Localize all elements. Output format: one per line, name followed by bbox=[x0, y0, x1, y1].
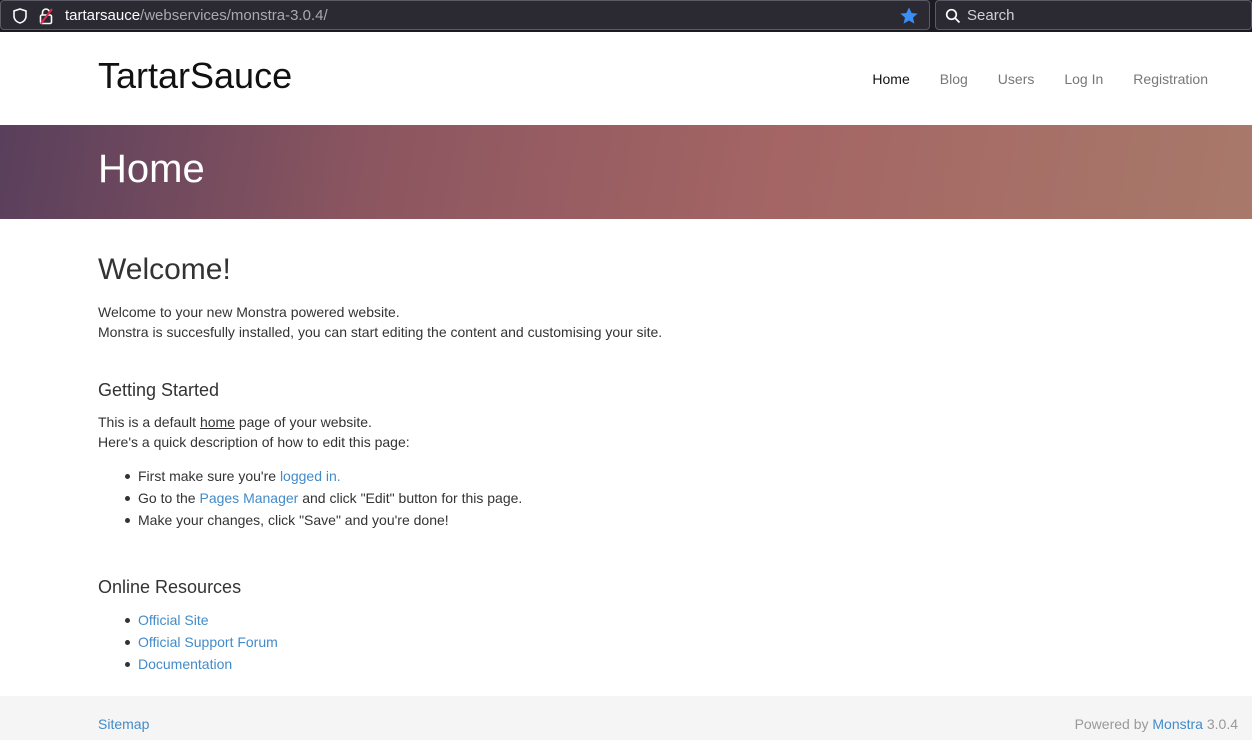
welcome-text-line2: Monstra is succesfully installed, you ca… bbox=[98, 324, 663, 340]
browser-toolbar: tartarsauce/webservices/monstra-3.0.4/ S… bbox=[0, 0, 1252, 32]
step-text: Make your changes, click "Save" and you'… bbox=[138, 512, 449, 528]
list-item: Official Site bbox=[98, 609, 1148, 631]
support-forum-link[interactable]: Official Support Forum bbox=[138, 634, 278, 650]
site-brand[interactable]: TartarSauce bbox=[98, 54, 292, 98]
hero-banner: Home bbox=[0, 125, 1252, 219]
step-text: and click "Edit" button for this page. bbox=[298, 490, 523, 506]
star-icon[interactable] bbox=[899, 6, 919, 26]
welcome-text-line1: Welcome to your new Monstra powered webs… bbox=[98, 304, 400, 320]
url-host: tartarsauce bbox=[65, 7, 141, 24]
getting-started-line2: Here's a quick description of how to edi… bbox=[98, 434, 410, 450]
list-item: First make sure you're logged in. bbox=[98, 465, 1148, 487]
shield-icon[interactable] bbox=[13, 8, 27, 24]
official-site-link[interactable]: Official Site bbox=[138, 612, 209, 628]
getting-started-heading: Getting Started bbox=[98, 380, 220, 400]
logged-in-link[interactable]: logged in. bbox=[280, 468, 341, 484]
search-icon bbox=[945, 8, 961, 24]
main-nav: Home Blog Users Log In Registration bbox=[842, 69, 1208, 89]
monstra-link[interactable]: Monstra bbox=[1152, 716, 1203, 732]
site-header: TartarSauce Home Blog Users Log In Regis… bbox=[0, 32, 1252, 125]
url-bar[interactable]: tartarsauce/webservices/monstra-3.0.4/ bbox=[0, 0, 930, 30]
list-item: Documentation bbox=[98, 653, 1148, 675]
step-text: Go to the bbox=[138, 490, 200, 506]
nav-blog[interactable]: Blog bbox=[940, 69, 968, 89]
powered-by-text: Powered by bbox=[1074, 716, 1153, 732]
gs-line1-pre: This is a default bbox=[98, 414, 200, 430]
home-link[interactable]: home bbox=[200, 414, 235, 430]
site-footer: Sitemap Powered by Monstra 3.0.4 bbox=[0, 696, 1252, 740]
search-bar[interactable]: Search bbox=[935, 0, 1252, 30]
nav-users[interactable]: Users bbox=[998, 69, 1035, 89]
powered-by: Powered by Monstra 3.0.4 bbox=[1075, 714, 1238, 734]
nav-registration[interactable]: Registration bbox=[1133, 69, 1208, 89]
gs-line1-post: page of your website. bbox=[234, 414, 372, 430]
search-input[interactable]: Search bbox=[967, 6, 1015, 26]
step-text: First make sure you're bbox=[138, 468, 280, 484]
online-resources-heading: Online Resources bbox=[98, 577, 242, 597]
main-content: Welcome! Welcome to your new Monstra pow… bbox=[98, 250, 1148, 675]
nav-login[interactable]: Log In bbox=[1064, 69, 1103, 89]
list-item: Official Support Forum bbox=[98, 631, 1148, 653]
list-item: Make your changes, click "Save" and you'… bbox=[98, 509, 1148, 531]
steps-list: First make sure you're logged in. Go to … bbox=[98, 465, 1148, 531]
page-title: Home bbox=[98, 147, 205, 191]
sitemap-link[interactable]: Sitemap bbox=[98, 714, 149, 734]
nav-home[interactable]: Home bbox=[872, 69, 909, 89]
url-path: /webservices/monstra-3.0.4/ bbox=[140, 7, 328, 24]
resources-list: Official Site Official Support Forum Doc… bbox=[98, 609, 1148, 675]
list-item: Go to the Pages Manager and click "Edit"… bbox=[98, 487, 1148, 509]
url-text[interactable]: tartarsauce/webservices/monstra-3.0.4/ bbox=[65, 6, 328, 26]
pages-manager-link[interactable]: Pages Manager bbox=[199, 490, 298, 506]
getting-started-line1: This is a default home page of your webs… bbox=[98, 412, 1148, 432]
documentation-link[interactable]: Documentation bbox=[138, 656, 232, 672]
lock-icon[interactable] bbox=[39, 7, 53, 25]
welcome-heading: Welcome! bbox=[98, 253, 231, 286]
version-text: 3.0.4 bbox=[1202, 716, 1238, 732]
